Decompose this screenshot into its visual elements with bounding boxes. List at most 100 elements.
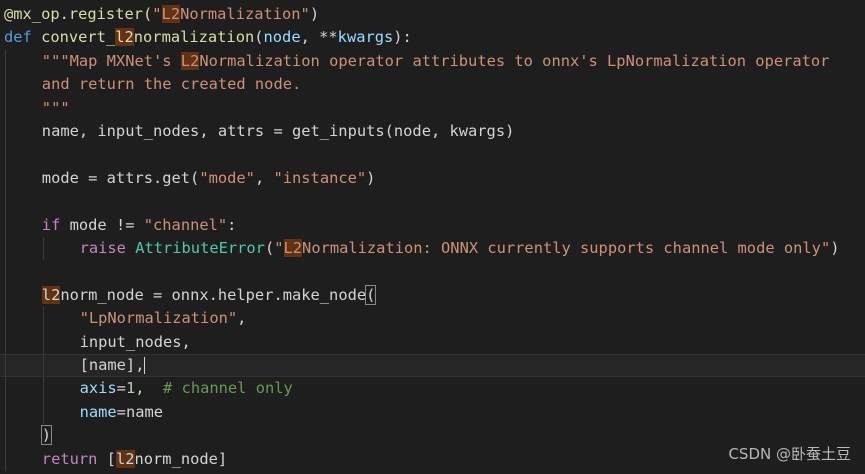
code-line[interactable]: name=name <box>0 400 865 425</box>
code-token: Normalization operator attributes to onn… <box>199 51 830 70</box>
code-token: ) <box>309 5 320 23</box>
code-token: [ <box>106 449 116 468</box>
code-line[interactable] <box>0 190 865 214</box>
code-token: axis <box>79 379 117 398</box>
code-token: "LpNormalization" <box>79 309 238 328</box>
code-text: raise AttributeError("L2Normalization: O… <box>80 237 840 260</box>
indent-guide <box>5 213 6 237</box>
code-token: raise <box>79 239 136 257</box>
code-line[interactable]: "LpNormalization", <box>0 307 865 331</box>
code-token: " <box>274 239 284 257</box>
code-text: ) <box>40 424 53 447</box>
text-cursor <box>144 357 146 374</box>
search-match-highlight: L2 <box>180 51 200 70</box>
indent-guide <box>42 377 44 401</box>
watermark: CSDN @卧蚕土豆 <box>728 445 851 463</box>
code-token: and return the created node. <box>41 75 302 94</box>
code-token: # channel only <box>163 379 293 398</box>
indent-guide <box>42 307 44 331</box>
code-token: = <box>116 379 126 398</box>
indent-guide <box>5 73 6 97</box>
code-token: """ <box>41 98 70 117</box>
code-line[interactable]: [name], <box>0 354 865 378</box>
code-token: norm_node] <box>134 449 228 468</box>
code-text: input_nodes, <box>80 331 191 354</box>
indent-guide <box>5 166 6 191</box>
code-text: @mx_op.register("L2Normalization") <box>4 3 319 26</box>
code-token: norm_node = onnx.helper.make_node <box>60 285 367 304</box>
code-line[interactable]: input_nodes, <box>0 330 865 354</box>
code-text: mode = attrs.get("mode", "instance") <box>42 167 376 190</box>
code-token: ) <box>830 239 840 257</box>
code-token: def <box>4 28 42 47</box>
code-line[interactable]: """Map MXNet's L2Normalization operator … <box>0 49 865 74</box>
code-text: name=name <box>80 401 163 424</box>
indent-guide <box>5 49 6 74</box>
indent-guide <box>5 283 6 308</box>
code-line[interactable] <box>0 260 865 284</box>
code-token: ( <box>254 28 264 47</box>
code-token: return <box>41 449 107 468</box>
code-line[interactable]: if mode != "channel": <box>0 213 865 237</box>
code-token: " <box>152 5 162 23</box>
code-token: mode != <box>69 215 144 234</box>
search-match-highlight: L2 <box>161 5 181 23</box>
code-token: AttributeError <box>135 239 265 257</box>
code-token: [name], <box>79 356 145 374</box>
indent-guide <box>5 377 6 401</box>
code-text: l2norm_node = onnx.helper.make_node( <box>41 284 377 307</box>
indent-guide <box>5 237 6 261</box>
code-line[interactable]: def convert_l2normalization(node, **kwar… <box>0 26 865 49</box>
bracket-match: ) <box>40 425 53 446</box>
code-token: normalization <box>133 28 255 47</box>
code-token: node <box>263 28 301 47</box>
code-token: kwargs <box>337 28 394 47</box>
indent-guide <box>5 260 6 284</box>
code-token: mode = attrs.get( <box>41 168 200 187</box>
code-token: , <box>237 309 247 328</box>
code-line[interactable]: and return the created node. <box>0 73 865 97</box>
code-token: Normalization" <box>180 5 310 23</box>
code-token: "instance" <box>273 168 367 187</box>
indent-guide <box>42 330 44 354</box>
code-text: return [l2norm_node] <box>42 448 227 471</box>
code-token: input_nodes, <box>79 332 191 351</box>
code-token: "channel" <box>143 215 228 234</box>
indent-guide <box>5 307 6 331</box>
code-line[interactable]: """ <box>0 96 865 120</box>
indent-guide <box>5 355 6 377</box>
code-text: """ <box>42 97 70 120</box>
code-line[interactable]: axis=1, # channel only <box>0 377 865 401</box>
code-token: convert_ <box>41 28 116 47</box>
code-token: 1 <box>125 379 136 398</box>
code-text: def convert_l2normalization(node, **kwar… <box>4 26 412 49</box>
code-line[interactable]: mode = attrs.get("mode", "instance") <box>0 166 865 191</box>
bracket-match: ( <box>365 284 377 305</box>
code-line[interactable]: @mx_op.register("L2Normalization") <box>0 3 865 26</box>
indent-guide <box>5 190 6 214</box>
code-token: ( <box>264 239 275 257</box>
search-match-highlight: l2 <box>115 28 134 47</box>
search-match-highlight: l2 <box>41 285 61 304</box>
code-token: , <box>135 379 164 398</box>
indent-guide <box>42 400 44 425</box>
code-text: [name], <box>80 355 146 376</box>
code-line[interactable]: l2norm_node = onnx.helper.make_node( <box>0 283 865 308</box>
indent-guide <box>5 330 6 354</box>
code-text: """Map MXNet's L2Normalization operator … <box>42 50 830 73</box>
indent-guide <box>5 143 6 167</box>
code-token: Normalization: ONNX currently supports c… <box>302 239 831 257</box>
code-token: , ** <box>300 28 338 47</box>
code-token: , <box>254 168 274 187</box>
indent-guide <box>5 96 6 120</box>
code-token: =name <box>116 402 164 421</box>
code-editor[interactable]: @mx_op.register("L2Normalization") def co… <box>0 0 865 474</box>
indent-guide <box>5 120 6 144</box>
code-token: if <box>41 215 70 234</box>
code-line[interactable]: name, input_nodes, attrs = get_inputs(no… <box>0 120 865 144</box>
code-line[interactable]: raise AttributeError("L2Normalization: O… <box>0 237 865 261</box>
code-token: "mode" <box>199 168 255 187</box>
indent-guide <box>42 355 44 377</box>
code-text: name, input_nodes, attrs = get_inputs(no… <box>42 120 515 143</box>
code-line[interactable] <box>0 143 865 167</box>
